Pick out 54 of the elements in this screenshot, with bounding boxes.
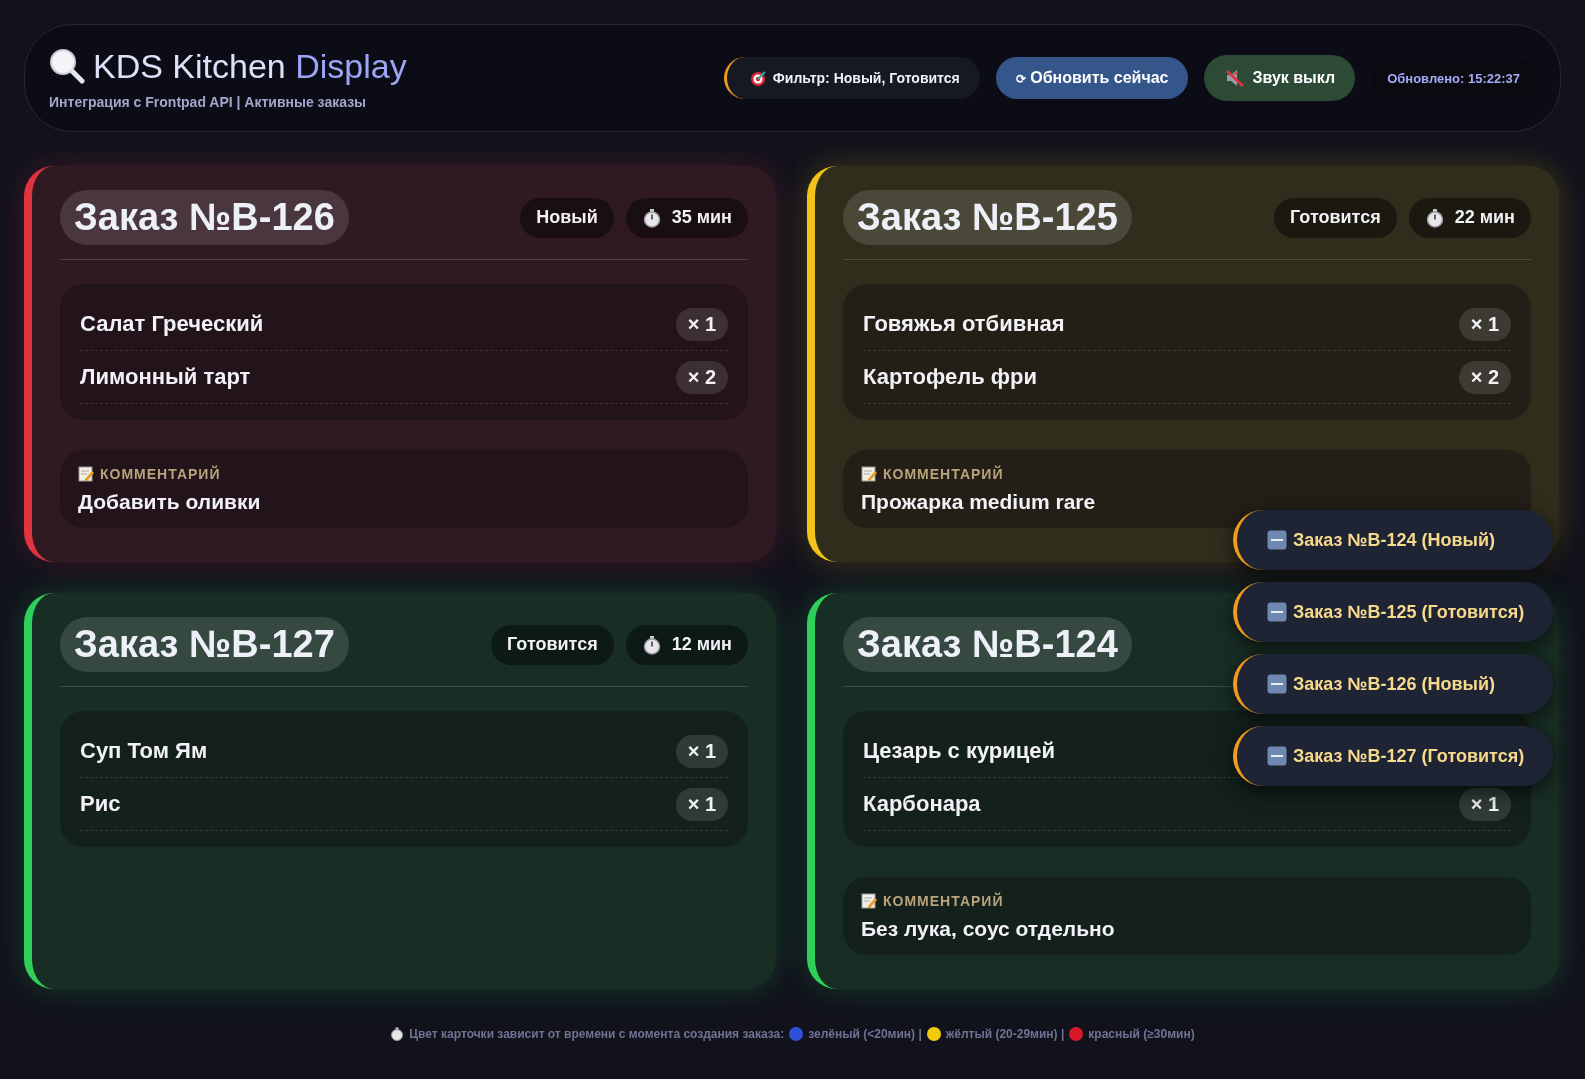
- dish-name: Суп Том Ям: [80, 738, 208, 764]
- dish-name: Салат Греческий: [80, 311, 264, 337]
- quantity-badge: × 2: [675, 360, 728, 394]
- legend-text: красный (≥30мин): [1088, 1027, 1195, 1041]
- filter-button[interactable]: Фильтр: Новый, Готовится: [723, 57, 980, 99]
- stopwatch-icon: [641, 634, 662, 655]
- dish-name: Говяжья отбивная: [863, 311, 1065, 337]
- target-icon: [748, 69, 767, 87]
- app-subtitle: Интеграция с Frontpad API | Активные заказы: [49, 93, 368, 110]
- refresh-button[interactable]: ⟳ Обновить сейчас: [995, 57, 1189, 99]
- quantity-badge: × 1: [675, 307, 728, 341]
- dish-name: Рис: [80, 791, 121, 817]
- dish-name: Лимонный тарт: [80, 364, 251, 390]
- legend-text: жёлтый (20-29мин) |: [945, 1027, 1065, 1041]
- quantity-badge: × 1: [1458, 787, 1511, 821]
- notification-toast: Заказ №B-126 (Новый): [1233, 654, 1553, 714]
- dish-name: Карбонара: [863, 791, 981, 817]
- status-badge: Готовится: [1274, 197, 1397, 238]
- status-badge: Новый: [520, 197, 614, 238]
- order-number: Заказ №B-124: [843, 617, 1132, 672]
- legend-text: зелёный (<20мин) |: [808, 1027, 922, 1041]
- quantity-badge: × 1: [675, 787, 728, 821]
- quantity-badge: × 2: [1458, 360, 1511, 394]
- comment-text: Без лука, соус отдельно: [861, 917, 1116, 941]
- comment-label: КОММЕНТАРИЙ: [100, 466, 221, 482]
- stopwatch-icon: [390, 1027, 405, 1041]
- comment-label: КОММЕНТАРИЙ: [883, 893, 1004, 909]
- status-badge: Готовится: [491, 624, 614, 665]
- order-number: Заказ №B-126: [60, 190, 349, 245]
- memo-icon: [78, 466, 94, 482]
- notification-toast: Заказ №B-127 (Готовится): [1233, 726, 1553, 786]
- search-icon: [49, 48, 85, 84]
- stopwatch-icon: [1424, 207, 1445, 228]
- sound-toggle-button[interactable]: Звук выкл: [1204, 55, 1356, 101]
- dish-name: Картофель фри: [863, 364, 1038, 390]
- last-updated-label: Обновлено: 15:22:37: [1371, 58, 1536, 98]
- quantity-badge: × 1: [1458, 307, 1511, 341]
- quantity-badge: × 1: [675, 734, 728, 768]
- memo-icon: [861, 893, 877, 909]
- stopwatch-icon: [641, 207, 662, 228]
- memo-icon: [861, 466, 877, 482]
- app-title: KDS Kitchen Display: [93, 46, 407, 86]
- timer-badge: 35 мин: [625, 197, 748, 238]
- notification-toast: Заказ №B-124 (Новый): [1233, 510, 1553, 570]
- notification-toast: Заказ №B-125 (Готовится): [1233, 582, 1553, 642]
- comment-label: КОММЕНТАРИЙ: [883, 466, 1004, 482]
- timer-badge: 22 мин: [1408, 197, 1531, 238]
- comment-text: Прожарка medium rare: [861, 490, 1097, 514]
- order-number: Заказ №B-127: [60, 617, 349, 672]
- comment-text: Добавить оливки: [78, 490, 262, 514]
- timer-badge: 12 мин: [625, 624, 748, 665]
- dish-name: Цезарь с курицей: [863, 738, 1056, 764]
- order-number: Заказ №B-125: [843, 190, 1132, 245]
- legend-text: Цвет карточки зависит от времени с момента создания заказа:: [409, 1027, 785, 1041]
